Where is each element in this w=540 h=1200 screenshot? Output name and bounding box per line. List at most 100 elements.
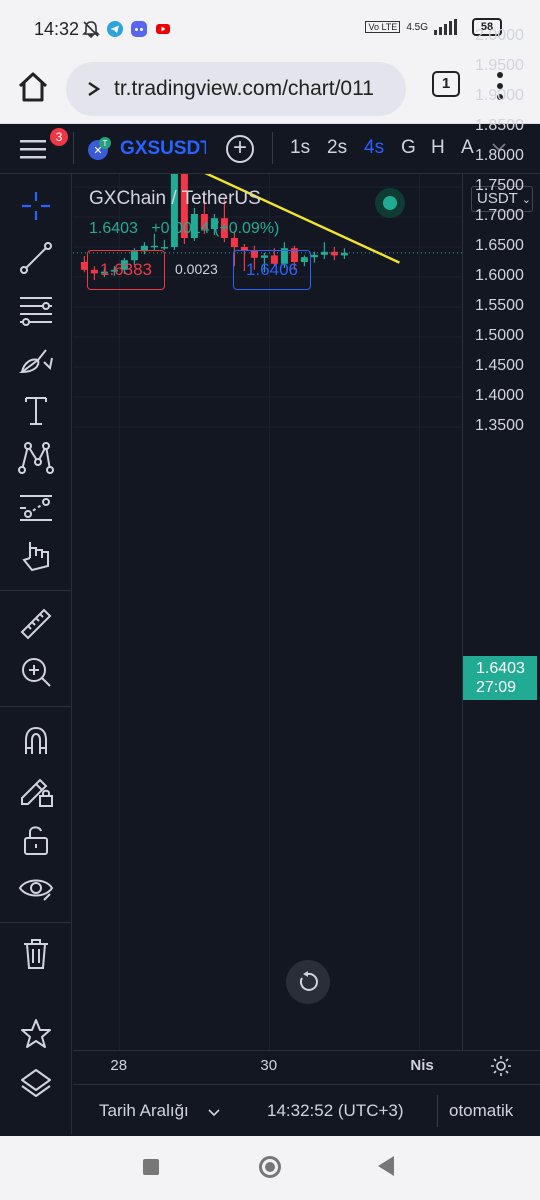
chart-pane[interactable]: GXChain / TetherUS 1.6403 +0.0014 (+0.09… (73, 174, 462, 1050)
zoom-in-icon[interactable] (16, 652, 56, 692)
current-price: 1.6403 (476, 660, 525, 677)
timeframe-A[interactable]: A (461, 137, 474, 159)
symbol-search-button[interactable]: GXSUSDT (120, 138, 206, 160)
chart-top-toolbar: 3 ✕ T GXSUSDT + 1s 2s 4s G H A (0, 124, 540, 174)
star-icon[interactable] (16, 1014, 56, 1054)
candlestick-chart[interactable] (73, 174, 462, 1050)
magnet-icon[interactable] (16, 720, 56, 760)
pattern-icon[interactable] (16, 438, 56, 478)
sell-button[interactable]: 1.6383 (87, 250, 165, 290)
time-tick: 30 (260, 1057, 278, 1074)
status-time: 14:32 (34, 19, 80, 39)
app-root: 14:32 Vo LTE 4.5G 58 tr.tradingview.com/… (0, 0, 540, 1200)
divider (73, 132, 74, 164)
menu-icon[interactable] (20, 138, 50, 162)
gesture-icon[interactable] (16, 536, 56, 576)
brush-icon[interactable] (16, 340, 56, 380)
price-tick: 1.5000 (475, 327, 524, 344)
timeframe-H[interactable]: H (431, 137, 445, 159)
legend-change: +0.0014 (151, 220, 210, 237)
signal-icon (434, 19, 457, 35)
system-nav-bar (0, 1136, 540, 1200)
price-tick: 1.9500 (475, 57, 524, 74)
price-tick: 1.9000 (475, 87, 524, 104)
price-tick: 2.0000 (475, 27, 524, 44)
price-tick: 1.4500 (475, 357, 524, 374)
svg-text:T: T (103, 139, 108, 148)
site-settings-icon[interactable] (84, 79, 104, 99)
layers-icon[interactable] (16, 1064, 56, 1104)
telegram-icon (107, 21, 123, 37)
time-tick: Nis (410, 1057, 434, 1074)
bar-countdown: 27:09 (476, 679, 517, 696)
spread-value: 0.0023 (175, 261, 218, 277)
candle-body (310, 254, 318, 258)
time-axis[interactable]: 28 30 Nis (73, 1050, 540, 1084)
reset-icon (299, 971, 318, 991)
legend-values: 1.6403 +0.0014 (+0.09%) (89, 220, 279, 238)
divider (437, 1095, 438, 1127)
unlock-icon[interactable] (16, 820, 56, 860)
network-label: 4.5G (406, 21, 428, 33)
price-tick: 1.6500 (475, 237, 524, 254)
discord-icon (131, 21, 147, 37)
legend-last: 1.6403 (89, 220, 138, 237)
date-range-button[interactable]: Tarih Aralığı (99, 1101, 189, 1121)
bottom-bar: Tarih Aralığı 14:32:52 (UTC+3) otomatik (73, 1084, 540, 1136)
price-tick: 1.5500 (475, 297, 524, 314)
price-tick: 1.6000 (475, 267, 524, 284)
reset-chart-button[interactable] (286, 960, 330, 1004)
chevron-down-icon[interactable] (207, 1105, 221, 1119)
lock-drawing-icon[interactable] (16, 770, 56, 810)
recents-icon[interactable] (143, 1159, 159, 1175)
price-tick: 1.8500 (475, 117, 524, 134)
auto-scale-button[interactable]: otomatik (449, 1101, 513, 1121)
timeframe-G[interactable]: G (401, 137, 416, 159)
ruler-icon[interactable] (16, 604, 56, 644)
timeframe-2s[interactable]: 2s (327, 137, 347, 159)
timezone-button[interactable]: 14:32:52 (UTC+3) (267, 1101, 404, 1121)
eye-icon[interactable] (16, 868, 56, 908)
url-text: tr.tradingview.com/chart/011 (114, 77, 374, 100)
volte-label: Vo LTE (365, 21, 401, 33)
current-price-label: 1.6403 27:09 (463, 656, 537, 700)
youtube-icon (156, 24, 170, 34)
prediction-icon[interactable] (16, 488, 56, 528)
candle-body (160, 247, 168, 249)
add-symbol-button[interactable]: + (226, 135, 254, 163)
legend-title: GXChain / TetherUS (89, 188, 261, 209)
crosshair-icon[interactable] (16, 186, 56, 226)
market-status-indicator[interactable] (375, 188, 405, 218)
buy-button[interactable]: 1.6406 (233, 250, 311, 290)
timeframe-1s[interactable]: 1s (290, 137, 310, 159)
home-circle-icon[interactable] (259, 1156, 281, 1178)
address-bar[interactable]: tr.tradingview.com/chart/011 (66, 62, 406, 116)
candle-body (150, 245, 158, 248)
browser-bar: tr.tradingview.com/chart/011 1 (0, 58, 540, 124)
legend-change-pct: (+0.09%) (214, 220, 280, 237)
tab-switcher-button[interactable]: 1 (432, 71, 460, 97)
gear-icon[interactable] (489, 1054, 513, 1078)
price-tick: 1.3500 (475, 417, 524, 434)
time-tick: 28 (110, 1057, 128, 1074)
chevron-down-icon: ⌄ (521, 194, 531, 206)
price-tick: 1.4000 (475, 387, 524, 404)
price-tick: 1.7500 (475, 177, 524, 194)
notification-badge: 3 (50, 128, 68, 146)
price-tick: 1.8000 (475, 147, 524, 164)
trend-line-icon[interactable] (16, 238, 56, 278)
home-icon[interactable] (16, 70, 50, 104)
toolbar-divider (0, 922, 72, 923)
back-icon[interactable] (378, 1156, 394, 1176)
toolbar-divider (0, 706, 72, 707)
fib-retracement-icon[interactable] (16, 290, 56, 330)
timeframe-4s[interactable]: 4s (364, 137, 384, 159)
price-axis[interactable]: USDT ⌄ 2.0000 1.9500 1.9000 1.8500 1.8000 1.7… (462, 27, 540, 1050)
price-tick: 1.7000 (475, 207, 524, 224)
drawing-toolbar (0, 174, 72, 1134)
divider (272, 132, 273, 164)
text-icon[interactable] (16, 390, 56, 430)
toolbar-divider (0, 590, 72, 591)
mute-bell-icon (82, 21, 100, 38)
trash-icon[interactable] (16, 934, 56, 974)
